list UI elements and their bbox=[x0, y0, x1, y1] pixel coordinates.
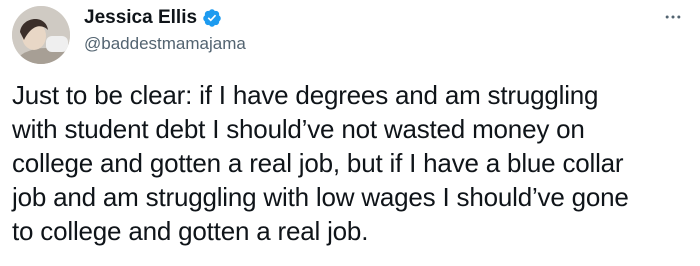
avatar-photo-icon bbox=[12, 6, 70, 64]
verified-badge-icon bbox=[202, 8, 222, 28]
avatar[interactable] bbox=[12, 6, 70, 64]
name-row: Jessica Ellis bbox=[84, 6, 246, 30]
tweet-text: Just to be clear: if I have degrees and … bbox=[12, 80, 629, 246]
display-name[interactable]: Jessica Ellis bbox=[84, 6, 197, 30]
tweet-card[interactable]: Jessica Ellis @baddestmamajama Just to b… bbox=[0, 0, 700, 266]
tweet-author: Jessica Ellis @baddestmamajama bbox=[84, 6, 246, 55]
more-horizontal-icon bbox=[663, 7, 683, 27]
more-options-button[interactable] bbox=[660, 6, 686, 28]
handle[interactable]: @baddestmamajama bbox=[84, 33, 246, 55]
